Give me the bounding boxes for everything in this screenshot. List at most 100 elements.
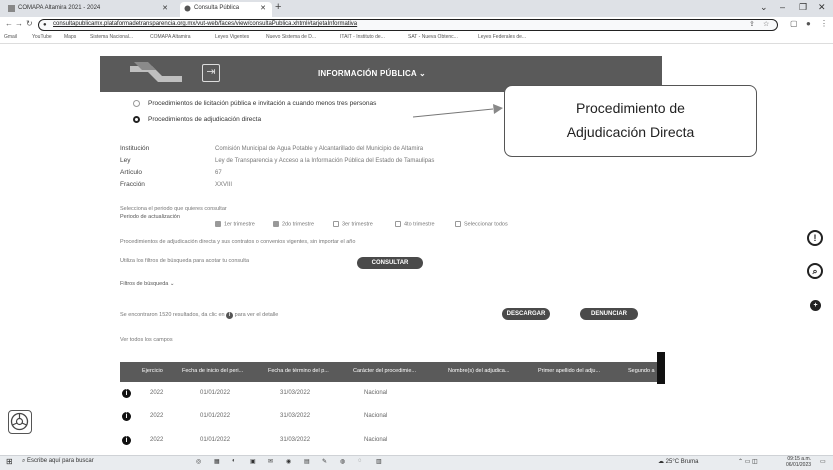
close-window-icon[interactable]: ✕ — [818, 2, 826, 13]
site-title[interactable]: INFORMACIÓN PÚBLICA ⌄ — [318, 69, 426, 78]
period-option-2[interactable]: 2do trimestre — [273, 221, 314, 227]
taskbar-search[interactable]: ⌕ Escribe aquí para buscar — [22, 458, 94, 465]
period-option-4[interactable]: 4to trimestre — [395, 221, 435, 227]
add-icon[interactable]: + — [810, 300, 821, 311]
notifications-icon[interactable]: ▭ — [820, 458, 826, 465]
back-icon[interactable]: ← — [5, 19, 13, 28]
radio-adjudicacion[interactable]: Procedimientos de adjudicación directa — [133, 116, 261, 123]
bookmark-item[interactable]: ITAIT - Instituto de... — [340, 34, 385, 40]
radio-button[interactable] — [133, 100, 140, 107]
exit-icon[interactable]: ⇥ — [202, 64, 220, 82]
column-header[interactable]: Fecha de inicio del peri... — [182, 368, 243, 374]
star-icon[interactable]: ☆ — [763, 20, 769, 28]
info-icon[interactable]: i — [122, 412, 131, 421]
table-row[interactable]: i 2022 01/01/2022 31/03/2022 Nacional — [120, 387, 665, 407]
system-tray-icons[interactable]: ⌃ ▭ ◫ — [738, 458, 758, 465]
close-tab-icon[interactable]: ✕ — [260, 2, 266, 15]
weather-widget[interactable]: ☁ 25°C Bruma — [658, 458, 698, 465]
cell-fecha-termino: 31/03/2022 — [280, 437, 311, 443]
tab-label: COMAPA Altamira 2021 - 2024 — [18, 5, 101, 11]
search-icon[interactable]: ⌕ — [807, 263, 823, 279]
column-header[interactable]: Carácter del procedimie... — [353, 368, 416, 374]
column-header[interactable]: Primer apellido del adju... — [538, 368, 600, 374]
search-filters-toggle[interactable]: Filtros de búsqueda ⌄ — [120, 281, 174, 287]
radio-label: Procedimientos de licitación pública e i… — [148, 100, 377, 108]
column-header[interactable]: Segundo a — [628, 368, 655, 374]
bookmark-item[interactable]: Sistema Nacional... — [90, 34, 133, 40]
new-tab-icon[interactable]: + — [275, 1, 281, 13]
share-icon[interactable]: ⇪ — [749, 20, 755, 28]
browser-tab-bar: COMAPA Altamira 2021 - 2024 ✕ Consulta P… — [0, 0, 833, 17]
files-icon[interactable]: ▤ — [304, 458, 310, 465]
tab-favicon-icon — [184, 5, 191, 12]
taskbar-app-icon[interactable]: ▥ — [376, 458, 382, 465]
checkbox[interactable] — [395, 221, 401, 227]
search-hint: Utiliza los filtros de búsqueda para aco… — [120, 258, 250, 264]
radio-button[interactable] — [133, 116, 140, 123]
chrome-icon[interactable]: ◉ — [286, 458, 291, 465]
checkbox[interactable] — [215, 221, 221, 227]
cell-fecha-termino: 31/03/2022 — [280, 413, 311, 419]
table-row[interactable]: i 2022 01/01/2022 31/03/2022 Nacional — [120, 410, 665, 430]
address-bar[interactable]: ● consultapublicamx.plataformadetranspar… — [38, 19, 778, 31]
reload-icon[interactable]: ↻ — [26, 19, 33, 28]
menu-icon[interactable]: ⋮ — [820, 19, 828, 28]
bookmark-item[interactable]: Gmail — [4, 34, 17, 40]
store-icon[interactable]: ▣ — [250, 458, 256, 465]
alert-icon[interactable]: ! — [807, 230, 823, 246]
bookmark-item[interactable]: Leyes Vigentes — [215, 34, 249, 40]
bookmark-item[interactable]: YouTube — [32, 34, 52, 40]
info-icon[interactable]: i — [122, 389, 131, 398]
period-option-1[interactable]: 1er trimestre — [215, 221, 255, 227]
descargar-button[interactable]: DESCARGAR — [502, 308, 550, 320]
period-option-all[interactable]: Seleccionar todos — [455, 221, 508, 227]
taskbar-app-icon[interactable]: ▦ — [214, 458, 220, 465]
profile-icon[interactable]: ● — [806, 19, 811, 28]
close-tab-icon[interactable]: ✕ — [162, 2, 168, 15]
mail-icon[interactable]: ✉ — [268, 458, 273, 465]
bookmark-item[interactable]: Nuevo Sistema de D... — [266, 34, 316, 40]
bookmark-item[interactable]: SAT - Nueva Obtenc... — [408, 34, 458, 40]
column-header[interactable]: Ejercicio — [142, 368, 163, 374]
denunciar-button[interactable]: DENUNCIAR — [580, 308, 638, 320]
law-label: Ley — [120, 157, 131, 164]
taskbar-app-icon[interactable]: ◌ — [358, 458, 362, 464]
minimize-icon[interactable]: – — [780, 2, 785, 12]
tab-consulta-publica[interactable]: Consulta Pública ✕ — [180, 2, 272, 17]
column-header[interactable]: Nombre(s) del adjudica... — [448, 368, 509, 374]
task-view-icon[interactable]: ◎ — [196, 458, 201, 465]
radio-label: Procedimientos de adjudicación directa — [148, 116, 262, 124]
taskbar-app-icon[interactable]: ◍ — [340, 458, 345, 465]
url-text: consultapublicamx.plataformadetransparen… — [53, 21, 358, 27]
cell-ejercicio: 2022 — [150, 437, 164, 443]
forward-icon[interactable]: → — [15, 19, 23, 28]
tab-comapa[interactable]: COMAPA Altamira 2021 - 2024 ✕ — [4, 2, 174, 17]
checkbox[interactable] — [273, 221, 279, 227]
table-row[interactable]: i 2022 01/01/2022 31/03/2022 Nacional — [120, 434, 665, 454]
chevron-down-icon[interactable]: ⌄ — [760, 2, 768, 13]
results-count: Se encontraron 1520 resultados, da clic … — [120, 312, 279, 319]
see-all-fields-link[interactable]: Ver todos los campos — [120, 337, 173, 343]
radio-licitacion[interactable]: Procedimientos de licitación pública e i… — [133, 100, 376, 107]
cell-caracter: Nacional — [364, 437, 388, 443]
cell-ejercicio: 2022 — [150, 390, 164, 396]
taskbar-app-icon[interactable]: ✎ — [322, 458, 327, 465]
bookmark-item[interactable]: Leyes Federales de... — [478, 34, 526, 40]
fraction-value: XXVIII — [215, 182, 233, 188]
checkbox[interactable] — [333, 221, 339, 227]
windows-start-icon[interactable]: ⊞ — [6, 457, 13, 466]
results-table-header: Ejercicio Fecha de inicio del peri... Fe… — [120, 362, 665, 382]
column-header[interactable]: Fecha de término del p... — [268, 368, 329, 374]
clock[interactable]: 09:15 a.m. 06/01/2023 — [786, 456, 811, 468]
checkbox[interactable] — [455, 221, 461, 227]
consultar-button[interactable]: CONSULTAR — [357, 257, 423, 269]
info-icon[interactable]: i — [122, 436, 131, 445]
bookmark-item[interactable]: COMAPA Altamira — [150, 34, 190, 40]
bookmark-item[interactable]: Maps — [64, 34, 76, 40]
sidebar-icon[interactable]: ▢ — [790, 19, 798, 28]
restore-icon[interactable]: ❐ — [799, 2, 807, 13]
fraction-label: Fracción — [120, 181, 145, 188]
period-option-3[interactable]: 3er trimestre — [333, 221, 373, 227]
edge-icon[interactable]: ◐ — [232, 458, 236, 464]
accessibility-icon[interactable] — [8, 410, 32, 434]
